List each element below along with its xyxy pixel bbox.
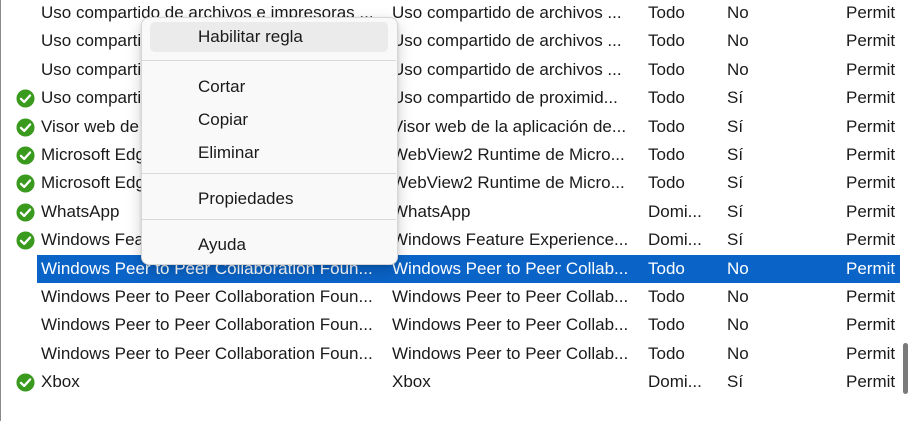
rule-profile-cell: Domi... xyxy=(648,372,702,391)
rule-enabled-cell: Sí xyxy=(727,117,744,136)
rule-enabled-cell: No xyxy=(727,315,749,334)
rule-profile-cell: Todo xyxy=(648,145,685,164)
rule-profile-cell: Domi... xyxy=(648,202,702,221)
rule-enabled-cell: Sí xyxy=(727,173,744,192)
rule-profile-cell: Todo xyxy=(648,259,685,278)
rule-action-cell: Permit xyxy=(846,315,896,334)
rule-group-cell: Windows Peer to Peer Collab... xyxy=(392,344,629,363)
rule-profile-cell: Todo xyxy=(648,3,685,22)
table-row[interactable]: Microsoft Edge WebView2WebView2 Runtime … xyxy=(0,141,900,169)
rule-action-cell: Permit xyxy=(846,60,896,79)
rule-group-cell: Windows Peer to Peer Collab... xyxy=(392,315,629,334)
rule-enabled-cell: No xyxy=(727,287,749,306)
rule-action-cell: Permit xyxy=(846,117,896,136)
rule-action-cell: Permit xyxy=(846,88,896,107)
rule-action-cell: Permit xyxy=(846,287,896,306)
rule-profile-cell: Todo xyxy=(648,315,685,334)
menu-item-copy[interactable]: Copiar xyxy=(150,105,388,135)
firewall-rules-view: Uso compartido de archivos e impresoras … xyxy=(0,0,919,421)
table-row[interactable]: Windows Peer to Peer Collaboration Foun.… xyxy=(0,340,900,368)
rule-group-cell: Windows Peer to Peer Collab... xyxy=(392,259,629,278)
rule-action-cell: Permit xyxy=(846,344,896,363)
table-row[interactable]: Uso compartido de archivos e impresoras … xyxy=(0,27,900,55)
green-check-icon xyxy=(16,174,35,193)
rule-enabled-cell: No xyxy=(727,31,749,50)
table-row[interactable]: WhatsApp WhatsApp Domi... Sí Permit xyxy=(0,198,900,226)
rule-action-cell: Permit xyxy=(846,3,896,22)
menu-item-cut-label: Cortar xyxy=(198,77,246,96)
green-check-icon xyxy=(16,203,35,222)
rule-group-cell: WebView2 Runtime de Micro... xyxy=(392,145,625,164)
green-check-icon xyxy=(16,89,35,108)
rule-profile-cell: Todo xyxy=(648,344,685,363)
menu-item-delete-label: Eliminar xyxy=(198,143,260,162)
rule-enabled-cell: No xyxy=(727,259,749,278)
menu-item-help[interactable]: Ayuda xyxy=(150,230,388,260)
rule-name-cell: Windows Peer to Peer Collaboration Foun.… xyxy=(41,344,373,363)
rule-name-cell: Windows Peer to Peer Collaboration Foun.… xyxy=(41,287,373,306)
rule-enabled-cell: No xyxy=(727,344,749,363)
rule-group-cell: WebView2 Runtime de Micro... xyxy=(392,173,625,192)
rule-profile-cell: Todo xyxy=(648,173,685,192)
rule-group-cell: Windows Feature Experience... xyxy=(392,230,629,249)
rule-group-cell: Uso compartido de archivos ... xyxy=(392,60,622,79)
rule-action-cell: Permit xyxy=(846,202,896,221)
rule-group-cell: Windows Peer to Peer Collab... xyxy=(392,287,629,306)
rule-action-cell: Permit xyxy=(846,230,896,249)
menu-separator xyxy=(142,173,396,174)
rule-group-cell: Xbox xyxy=(392,372,431,391)
table-row[interactable]: Uso compartido de archivos e impresoras … xyxy=(0,56,900,84)
rule-action-cell: Permit xyxy=(846,31,896,50)
rule-enabled-cell: Sí xyxy=(727,202,744,221)
rule-group-cell: Visor web de la aplicación de... xyxy=(392,117,627,136)
rule-group-cell: Uso compartido de archivos ... xyxy=(392,31,622,50)
menu-item-enable-rule-label: Habilitar regla xyxy=(198,27,303,46)
green-check-icon xyxy=(16,146,35,165)
rule-group-cell: Uso compartido de proximid... xyxy=(392,88,618,107)
rule-enabled-cell: Sí xyxy=(727,145,744,164)
table-row[interactable]: Windows Peer to Peer Collaboration Foun.… xyxy=(0,311,900,339)
rule-action-cell: Permit xyxy=(846,372,896,391)
menu-separator xyxy=(142,60,396,61)
rule-enabled-cell: Sí xyxy=(727,230,744,249)
table-row[interactable]: Xbox Xbox Domi... Sí Permit xyxy=(0,368,900,396)
rule-profile-cell: Todo xyxy=(648,287,685,306)
rule-action-cell: Permit xyxy=(846,173,896,192)
table-row[interactable]: Visor web de la aplicación de escritorio… xyxy=(0,113,900,141)
rule-profile-cell: Todo xyxy=(648,31,685,50)
menu-item-properties[interactable]: Propiedades xyxy=(150,184,388,214)
rule-profile-cell: Todo xyxy=(648,88,685,107)
rule-enabled-cell: Sí xyxy=(727,372,744,391)
rule-profile-cell: Todo xyxy=(648,117,685,136)
table-row[interactable]: Windows Feature Experience PackWindows F… xyxy=(0,226,900,254)
rule-profile-cell: Domi... xyxy=(648,230,702,249)
rule-enabled-cell: No xyxy=(727,60,749,79)
green-check-icon xyxy=(16,231,35,250)
green-check-icon xyxy=(16,118,35,137)
table-row[interactable]: Windows Peer to Peer Collaboration Foun.… xyxy=(0,283,900,311)
rule-name-cell: Xbox xyxy=(41,372,80,391)
vertical-scrollbar-thumb[interactable] xyxy=(903,343,908,394)
menu-item-cut[interactable]: Cortar xyxy=(150,72,388,102)
rule-enabled-cell: No xyxy=(727,3,749,22)
table-row[interactable]: Microsoft Edge WebView2WebView2 Runtime … xyxy=(0,169,900,197)
rule-name-cell: Windows Peer to Peer Collaboration Foun.… xyxy=(41,315,373,334)
table-row[interactable]: Windows Peer to Peer Collaboration Foun.… xyxy=(0,255,900,283)
rule-group-cell: WhatsApp xyxy=(392,202,471,221)
rule-group-cell: Uso compartido de archivos ... xyxy=(392,3,622,22)
rule-action-cell: Permit xyxy=(846,259,896,278)
menu-item-delete[interactable]: Eliminar xyxy=(150,138,388,168)
menu-item-properties-label: Propiedades xyxy=(198,189,294,208)
menu-separator xyxy=(142,219,396,220)
table-row[interactable]: Uso compartido de proximidad ...Uso comp… xyxy=(0,84,900,112)
table-row[interactable]: Uso compartido de archivos e impresoras … xyxy=(0,0,900,27)
rule-enabled-cell: Sí xyxy=(727,88,744,107)
menu-item-enable-rule[interactable]: Habilitar regla xyxy=(150,22,388,52)
rule-profile-cell: Todo xyxy=(648,60,685,79)
menu-item-help-label: Ayuda xyxy=(198,235,246,254)
rule-action-cell: Permit xyxy=(846,145,896,164)
context-menu: Habilitar regla Cortar Copiar Eliminar P… xyxy=(141,17,398,265)
menu-item-copy-label: Copiar xyxy=(198,110,249,129)
green-check-icon xyxy=(16,373,35,392)
